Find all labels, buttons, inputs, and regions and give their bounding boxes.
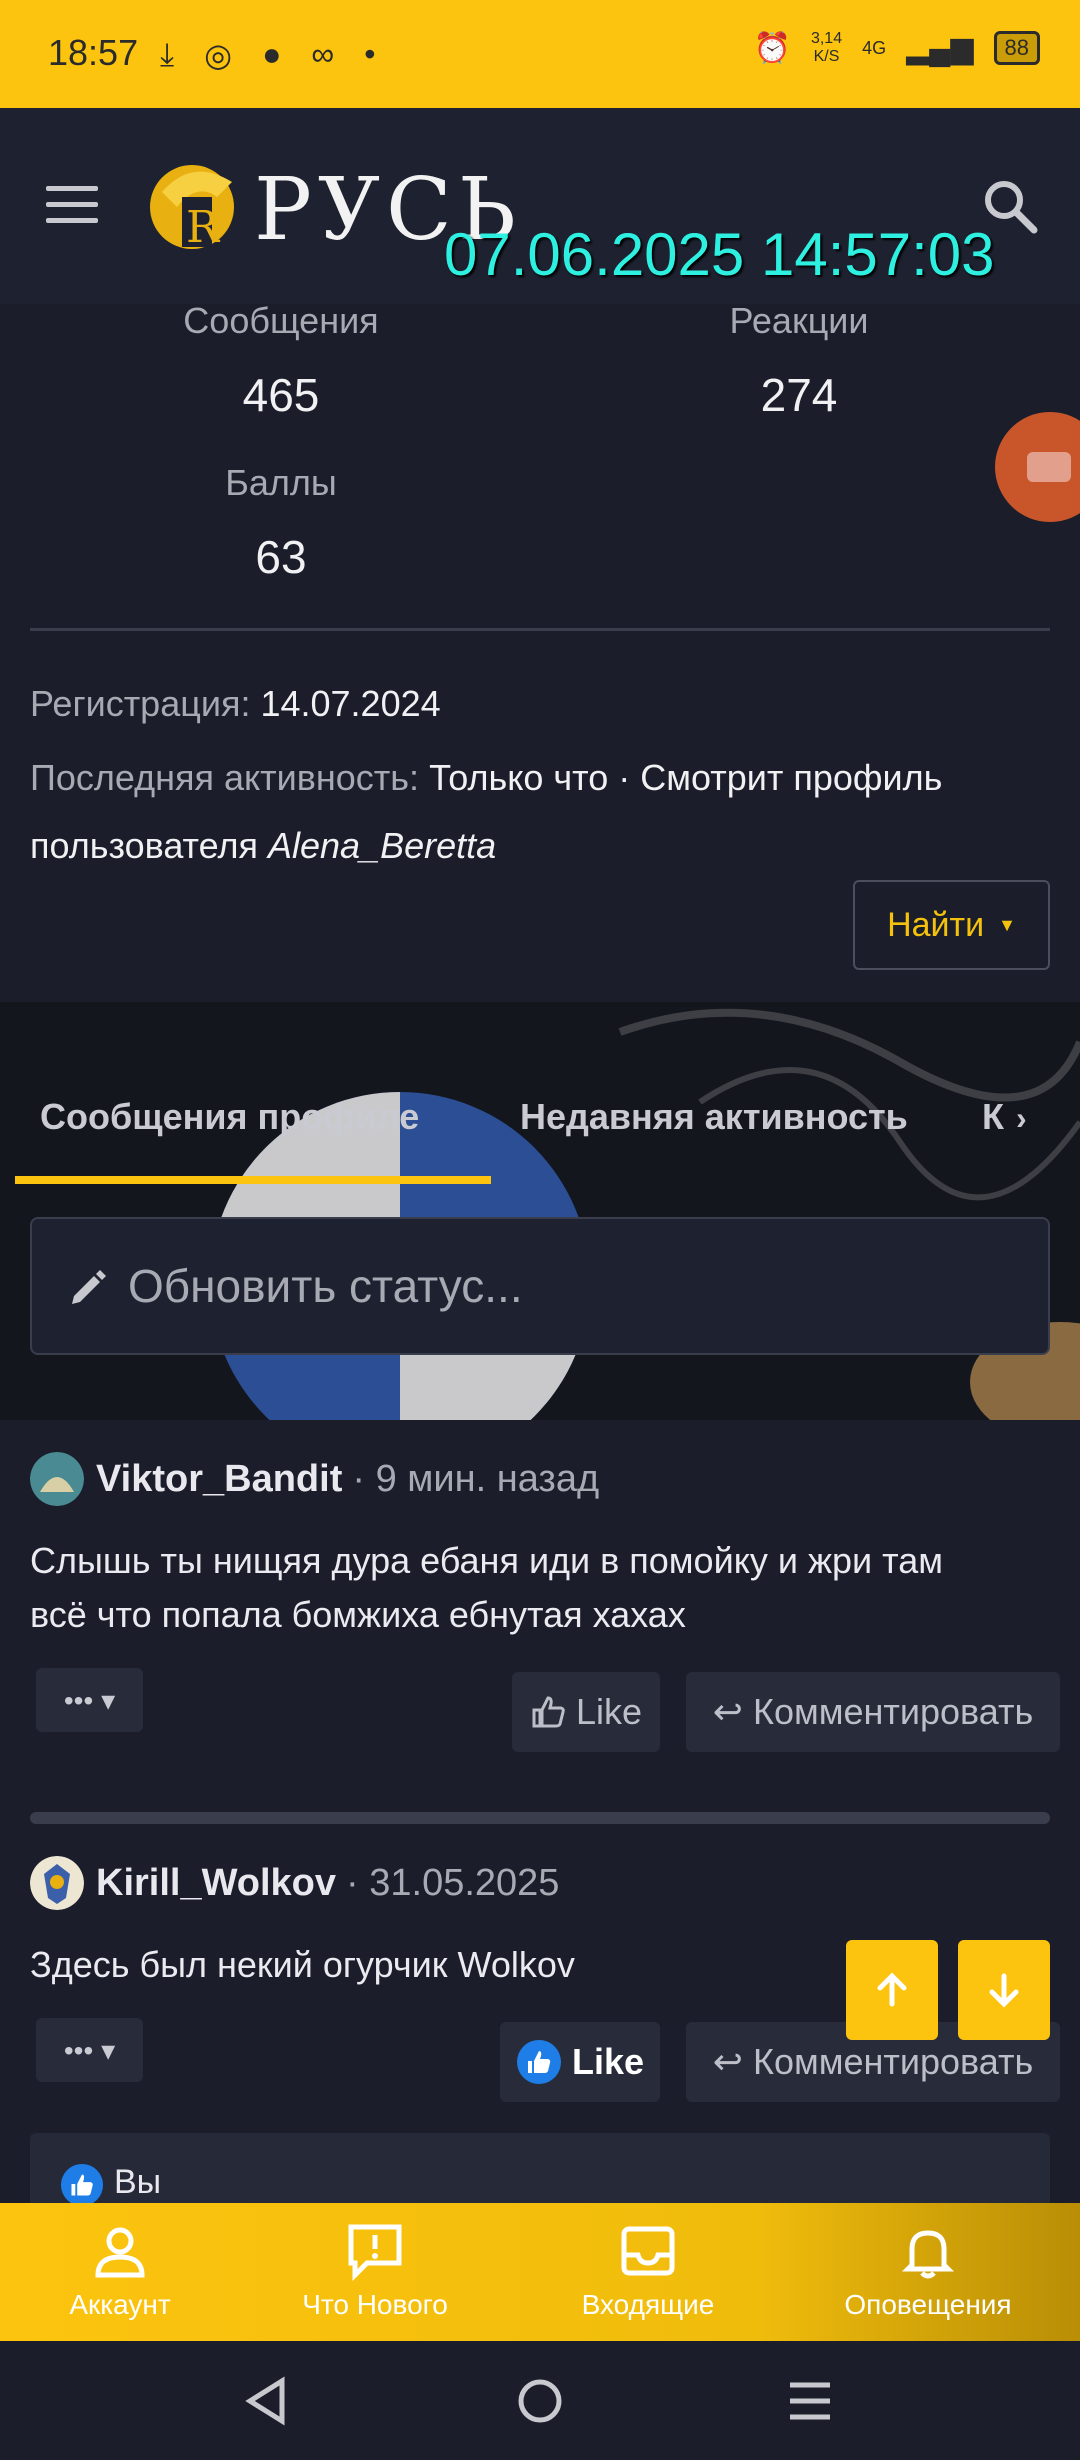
logo-emblem-icon: R bbox=[150, 165, 234, 253]
post-more-button[interactable]: ••• ▾ bbox=[36, 1668, 143, 1732]
back-icon bbox=[245, 2376, 285, 2426]
arrow-down-icon bbox=[989, 1973, 1019, 2008]
points-count[interactable]: 63 bbox=[116, 530, 446, 584]
reply-icon: ↩ bbox=[712, 2041, 743, 2082]
post-header: Kirill_Wolkov · 31.05.2025 bbox=[30, 1856, 559, 1910]
comment-button[interactable]: ↩ Комментировать bbox=[686, 1672, 1060, 1752]
signal-spiral-icon: ◎ bbox=[204, 37, 233, 73]
download-icon: ⤓ bbox=[160, 36, 175, 72]
chevron-right-icon[interactable]: › bbox=[1016, 1100, 1027, 1137]
tab-recent-activity[interactable]: Недавняя активность bbox=[520, 1096, 908, 1138]
system-navigation-bar bbox=[0, 2341, 1080, 2460]
clock-overlay: 07.06.2025 14:57:03 bbox=[444, 221, 995, 288]
dot-icon: • bbox=[364, 36, 376, 72]
scroll-down-button[interactable] bbox=[958, 1940, 1050, 2040]
points-label: Баллы bbox=[225, 462, 337, 503]
messages-count[interactable]: 465 bbox=[116, 368, 446, 422]
caret-down-icon: ▼ bbox=[998, 914, 1016, 935]
profile-tabs: Сообщения профиле Недавняя активность К … bbox=[0, 1060, 1080, 1190]
avatar[interactable] bbox=[30, 1856, 84, 1910]
reactions-count[interactable]: 274 bbox=[634, 368, 964, 422]
arrow-up-icon bbox=[877, 1972, 907, 2007]
reply-icon: ↩ bbox=[712, 1691, 743, 1732]
status-bar: 18:57 ⤓ ◎ ● ∞ • ⏰ 3,14 K/S 4G ▂▄▆ 88 bbox=[0, 0, 1080, 108]
battery-indicator: 88 bbox=[993, 31, 1040, 65]
thumbs-up-icon bbox=[532, 1696, 565, 1728]
alert-message-icon bbox=[348, 2224, 402, 2281]
status-time: 18:57 bbox=[48, 32, 139, 73]
post-time[interactable]: · 9 мин. назад bbox=[352, 1458, 599, 1501]
svg-text:R: R bbox=[186, 202, 221, 253]
reactions-label: Реакции bbox=[729, 300, 869, 341]
scroll-up-button[interactable] bbox=[846, 1940, 938, 2040]
activity-user-link[interactable]: Alena_Beretta bbox=[268, 825, 496, 866]
network-type: 4G bbox=[862, 37, 887, 58]
nav-whats-new[interactable]: Что Нового bbox=[255, 2221, 495, 2321]
app-header: R РУСЬ 07.06.2025 14:57:03 bbox=[0, 108, 1080, 304]
like-reaction-icon bbox=[516, 2040, 561, 2084]
divider bbox=[30, 628, 1050, 631]
search-icon[interactable] bbox=[980, 176, 1040, 236]
registration-date: 14.07.2024 bbox=[260, 683, 441, 724]
nav-account[interactable]: Аккаунт bbox=[0, 2221, 240, 2321]
find-button[interactable]: Найти ▼ bbox=[853, 880, 1050, 970]
like-button[interactable]: Like bbox=[512, 1672, 660, 1752]
nav-alerts[interactable]: Оповещения bbox=[808, 2221, 1048, 2321]
post-more-button[interactable]: ••• ▾ bbox=[36, 2018, 143, 2082]
status-right-group: ⏰ 3,14 K/S 4G ▂▄▆ 88 bbox=[754, 30, 1040, 66]
messages-label: Сообщения bbox=[183, 300, 379, 341]
chat-icon: ● bbox=[262, 36, 282, 72]
avatar[interactable] bbox=[30, 1452, 84, 1506]
tab-profile-posts[interactable]: Сообщения профиле bbox=[40, 1096, 419, 1138]
post-separator bbox=[30, 1812, 1050, 1824]
signal-bars-icon: ▂▄▆ bbox=[906, 31, 974, 65]
user-icon bbox=[95, 2227, 145, 2278]
registration-line: Регистрация: 14.07.2024 bbox=[30, 683, 441, 724]
pencil-icon bbox=[72, 1270, 106, 1304]
site-logo[interactable]: R РУСЬ bbox=[142, 152, 516, 262]
active-tab-indicator bbox=[15, 1176, 491, 1184]
post-author[interactable]: Viktor_Bandit bbox=[96, 1458, 342, 1501]
bottom-navigation: Аккаунт Что Нового Входящие Оповещения bbox=[0, 2203, 1080, 2341]
like-button-active[interactable]: Like bbox=[500, 2022, 660, 2102]
like-reaction-icon bbox=[60, 2163, 104, 2207]
inbox-icon bbox=[621, 2226, 675, 2276]
post-time[interactable]: · 31.05.2025 bbox=[346, 1862, 559, 1905]
last-activity-line: Последняя активность: Только что · Смотр… bbox=[30, 757, 943, 866]
post-body: Слышь ты нищяя дура ебаня иди в помойку … bbox=[30, 1540, 944, 1635]
app-icon: ∞ bbox=[311, 36, 335, 72]
menu-icon[interactable] bbox=[46, 186, 98, 224]
alarm-icon: ⏰ bbox=[753, 31, 791, 65]
post-author[interactable]: Kirill_Wolkov bbox=[96, 1862, 336, 1905]
system-nav-buttons bbox=[245, 2376, 830, 2426]
bell-icon bbox=[901, 2230, 955, 2279]
home-icon bbox=[518, 2379, 562, 2423]
nav-inbox[interactable]: Входящие bbox=[528, 2221, 768, 2321]
profile-posts-feed: Viktor_Bandit · 9 мин. назад Слышь ты ни… bbox=[0, 1420, 1080, 2210]
net-speed: 3,14 K/S bbox=[810, 30, 843, 65]
post-header: Viktor_Bandit · 9 мин. назад bbox=[30, 1452, 599, 1506]
status-notification-icons: ⤓ ◎ ● ∞ • bbox=[160, 36, 375, 74]
floating-camera-button[interactable] bbox=[995, 412, 1080, 522]
status-update-input[interactable]: Обновить статус... bbox=[30, 1217, 1050, 1355]
tab-more[interactable]: К bbox=[982, 1096, 1004, 1138]
